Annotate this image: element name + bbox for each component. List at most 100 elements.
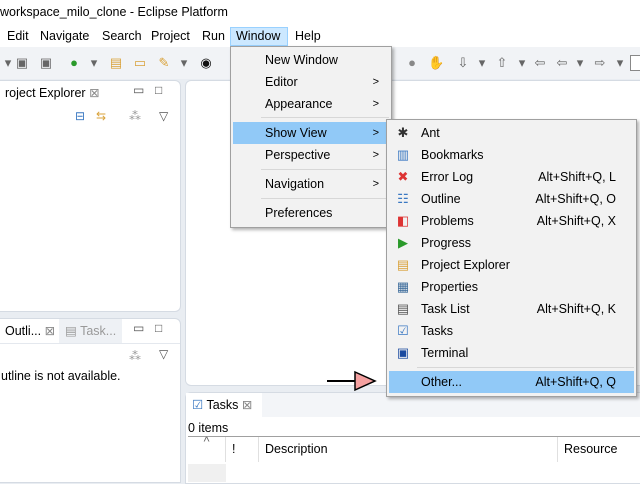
dropdown-icon[interactable]: ▾ <box>514 55 530 71</box>
menu-window[interactable]: Window <box>230 27 288 46</box>
chevron-right-icon: > <box>372 127 379 139</box>
outline-panel: Outli... ⊠ ▤ Task... ▭ □ ⁂ ▽ utline is n… <box>0 318 181 483</box>
menu-item-new-window[interactable]: New Window <box>233 49 389 71</box>
menu-item-other[interactable]: Other... Alt+Shift+Q, Q <box>389 371 634 393</box>
dropdown-icon[interactable]: ▾ <box>572 55 588 71</box>
view-menu-icon[interactable]: ▽ <box>159 109 168 123</box>
label: Editor <box>265 75 298 89</box>
description-column-header[interactable]: Description <box>259 437 558 462</box>
link-editor-icon[interactable]: ⇆ <box>96 109 106 123</box>
title-bar: workspace_milo_clone - Eclipse Platform <box>0 0 640 25</box>
view-menu-icon[interactable]: ▽ <box>159 347 168 361</box>
filter-icon[interactable]: ⁂ <box>129 349 141 363</box>
task-list-icon: ▤ <box>396 301 410 316</box>
menu-item-task-list[interactable]: ▤ Task List Alt+Shift+Q, K <box>389 298 634 320</box>
back-icon[interactable]: ⇦ <box>554 55 570 71</box>
maximize-icon[interactable]: □ <box>155 83 162 97</box>
save-icon[interactable]: ▣ <box>14 55 30 71</box>
chevron-right-icon: > <box>372 98 379 110</box>
dropdown-icon[interactable]: ▾ <box>86 55 102 71</box>
close-icon[interactable]: ⊠ <box>89 86 99 100</box>
menu-item-preferences[interactable]: Preferences <box>233 202 389 224</box>
sort-column-header[interactable]: ^ <box>188 436 226 462</box>
menu-item-outline[interactable]: ☷ Outline Alt+Shift+Q, O <box>389 188 634 210</box>
menu-run[interactable]: Run <box>197 27 230 46</box>
shortcut: Alt+Shift+Q, O <box>535 192 616 206</box>
last-edit-icon[interactable]: ⇦ <box>532 55 548 71</box>
label: New Window <box>265 53 338 67</box>
collapse-all-icon[interactable]: ⊟ <box>75 109 85 123</box>
menu-item-terminal[interactable]: ▣ Terminal <box>389 342 634 364</box>
label: Navigation <box>265 177 325 191</box>
next-annotation-icon[interactable]: ⇩ <box>455 55 471 71</box>
menu-item-problems[interactable]: ◧ Problems Alt+Shift+Q, X <box>389 210 634 232</box>
shortcut: Alt+Shift+Q, Q <box>535 375 616 389</box>
perspective-icon[interactable] <box>630 55 640 71</box>
show-view-menu: ✱ Ant ▥ Bookmarks ✖ Error Log Alt+Shift+Q, L ☷ O… <box>386 119 637 397</box>
menu-item-navigation[interactable]: Navigation > <box>233 173 389 195</box>
dropdown-icon[interactable]: ▾ <box>176 55 192 71</box>
menu-item-appearance[interactable]: Appearance > <box>233 93 389 115</box>
menu-item-progress[interactable]: ▶ Progress <box>389 232 634 254</box>
save-all-icon[interactable]: ▣ <box>38 55 54 71</box>
label: Outline <box>421 192 461 206</box>
error-log-icon: ✖ <box>397 169 409 184</box>
chevron-right-icon: > <box>372 149 379 161</box>
tab-label: Outli... <box>5 324 42 338</box>
minimize-icon[interactable]: ▭ <box>133 83 144 97</box>
hand-icon[interactable]: ✋ <box>428 55 444 71</box>
label: Properties <box>421 280 478 294</box>
menu-item-ant[interactable]: ✱ Ant <box>389 122 634 144</box>
menu-item-properties[interactable]: ▦ Properties <box>389 276 634 298</box>
menu-item-show-view[interactable]: Show View > <box>233 122 389 144</box>
close-icon[interactable]: ⊠ <box>45 324 55 338</box>
menu-item-bookmarks[interactable]: ▥ Bookmarks <box>389 144 634 166</box>
forward-icon[interactable]: ⇨ <box>592 55 608 71</box>
resource-column-header[interactable]: Resource <box>558 437 640 462</box>
pointer-arrow-annotation <box>327 370 377 392</box>
menu-item-tasks[interactable]: ☑ Tasks <box>389 320 634 342</box>
tab-outline[interactable]: Outli... ⊠ <box>0 319 62 343</box>
dropdown-icon[interactable]: ▾ <box>474 55 490 71</box>
open-file-icon[interactable]: ▤ <box>108 55 124 71</box>
bookmarks-icon: ▥ <box>396 147 410 162</box>
menu-help[interactable]: Help <box>290 27 326 46</box>
menu-edit[interactable]: Edit <box>2 27 34 46</box>
filter-icon[interactable]: ⁂ <box>129 109 141 123</box>
menu-item-project-explorer[interactable]: ▤ Project Explorer <box>389 254 634 276</box>
label: Terminal <box>421 346 469 360</box>
pen-icon[interactable]: ✎ <box>156 55 172 71</box>
outline-icon: ☷ <box>397 191 409 206</box>
label: Task List <box>421 302 470 316</box>
menu-navigate[interactable]: Navigate <box>35 27 94 46</box>
dropdown-icon[interactable]: ▾ <box>612 55 628 71</box>
open-folder-icon[interactable]: ▭ <box>132 55 148 71</box>
row-header <box>188 464 226 482</box>
minimize-icon[interactable]: ▭ <box>133 321 144 335</box>
prev-annotation-icon[interactable]: ⇧ <box>494 55 510 71</box>
project-explorer-icon: ▤ <box>396 257 410 272</box>
problems-icon: ◧ <box>396 213 410 228</box>
maximize-icon[interactable]: □ <box>155 321 162 335</box>
stop-icon[interactable]: ● <box>404 55 420 71</box>
shortcut: Alt+Shift+Q, X <box>536 214 616 228</box>
tab-task-list[interactable]: ▤ Task... <box>59 319 123 343</box>
menu-item-perspective[interactable]: Perspective > <box>233 144 389 166</box>
label: Problems <box>421 214 474 228</box>
label: Bookmarks <box>421 148 484 162</box>
task-list-icon: ▤ <box>65 324 77 338</box>
divider <box>0 343 180 344</box>
menu-item-error-log[interactable]: ✖ Error Log Alt+Shift+Q, L <box>389 166 634 188</box>
close-icon[interactable]: ⊠ <box>242 398 252 412</box>
tab-tasks[interactable]: ☑ Tasks ⊠ <box>186 393 262 417</box>
menu-item-editor[interactable]: Editor > <box>233 71 389 93</box>
menu-search[interactable]: Search <box>97 27 147 46</box>
user-icon[interactable]: ◉ <box>198 55 214 71</box>
run-icon[interactable]: ● <box>66 55 82 71</box>
tab-project-explorer[interactable]: roject Explorer ⊠ <box>0 81 106 105</box>
priority-column-header[interactable]: ! <box>226 437 259 462</box>
tasks-table: ^ ! Description Resource <box>188 436 640 482</box>
label: Progress <box>421 236 472 250</box>
menu-project[interactable]: Project <box>146 27 195 46</box>
tab-label: Task... <box>80 324 117 338</box>
